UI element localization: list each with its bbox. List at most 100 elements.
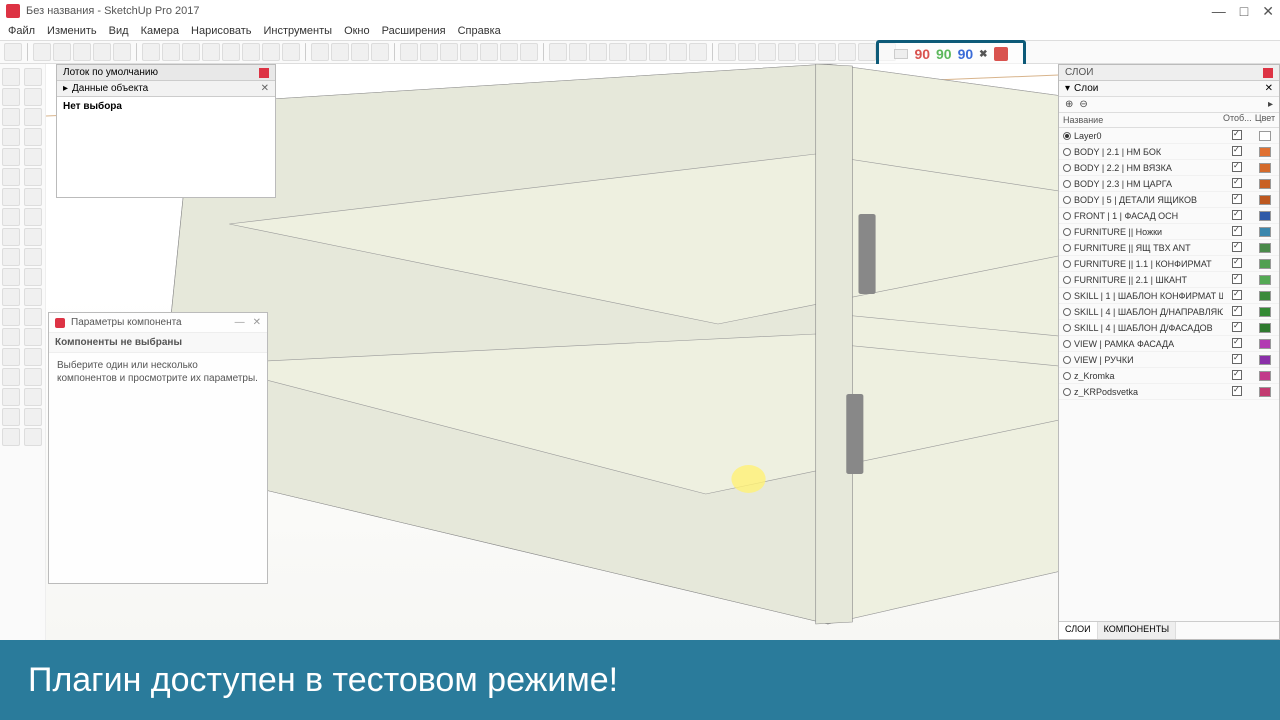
layer-row[interactable]: FRONT | 1 | ФАСАД ОСН — [1059, 208, 1279, 224]
tray-close-icon[interactable] — [259, 68, 269, 78]
layer-visible-checkbox[interactable] — [1232, 226, 1242, 236]
tool-rect-icon[interactable] — [2, 128, 20, 146]
tool-icon[interactable] — [2, 368, 20, 386]
layer-visible-checkbox[interactable] — [1232, 306, 1242, 316]
tool-icon[interactable] — [24, 88, 42, 106]
tool-scale-icon[interactable] — [2, 248, 20, 266]
tool-icon[interactable] — [24, 388, 42, 406]
tool-icon[interactable] — [331, 43, 349, 61]
tool-icon[interactable] — [778, 43, 796, 61]
tool-icon[interactable] — [162, 43, 180, 61]
tool-icon[interactable] — [24, 148, 42, 166]
menu-camera[interactable]: Камера — [141, 25, 179, 37]
tool-icon[interactable] — [480, 43, 498, 61]
window-maximize[interactable]: □ — [1240, 3, 1248, 20]
tool-icon[interactable] — [758, 43, 776, 61]
tool-icon[interactable] — [371, 43, 389, 61]
tool-icon[interactable] — [202, 43, 220, 61]
layers-section-close[interactable]: ✕ — [1265, 83, 1273, 94]
layer-color-swatch[interactable] — [1259, 227, 1271, 237]
layer-row[interactable]: SKILL | 1 | ШАБЛОН КОНФИРМАТ ШКАНТ — [1059, 288, 1279, 304]
layer-color-swatch[interactable] — [1259, 323, 1271, 333]
layer-color-swatch[interactable] — [1259, 243, 1271, 253]
layer-active-radio[interactable] — [1063, 244, 1071, 252]
layer-row[interactable]: BODY | 2.3 | НМ ЦАРГА — [1059, 176, 1279, 192]
tool-icon[interactable] — [24, 288, 42, 306]
menu-window[interactable]: Окно — [344, 25, 370, 37]
tool-icon[interactable] — [242, 43, 260, 61]
tool-icon[interactable] — [24, 308, 42, 326]
tool-eraser-icon[interactable] — [2, 88, 20, 106]
layer-color-swatch[interactable] — [1259, 291, 1271, 301]
layer-add-button[interactable]: ⊕ — [1065, 99, 1073, 110]
tool-line-icon[interactable] — [2, 108, 20, 126]
layer-row[interactable]: FURNITURE || ЯЩ TBX ANT — [1059, 240, 1279, 256]
tool-icon[interactable] — [182, 43, 200, 61]
layer-active-radio[interactable] — [1063, 260, 1071, 268]
layer-row[interactable]: BODY | 2.2 | НМ ВЯЗКА — [1059, 160, 1279, 176]
layer-active-radio[interactable] — [1063, 388, 1071, 396]
layer-active-radio[interactable] — [1063, 292, 1071, 300]
layer-row[interactable]: FURNITURE || 1.1 | КОНФИРМАТ — [1059, 256, 1279, 272]
tool-icon[interactable] — [24, 268, 42, 286]
layer-visible-checkbox[interactable] — [1232, 322, 1242, 332]
tray-titlebar[interactable]: Лоток по умолчанию — [57, 65, 275, 81]
tool-icon[interactable] — [400, 43, 418, 61]
tool-icon[interactable] — [569, 43, 587, 61]
tool-icon[interactable] — [669, 43, 687, 61]
angle-x[interactable]: 90 — [914, 46, 930, 62]
layer-color-swatch[interactable] — [1259, 387, 1271, 397]
layer-visible-checkbox[interactable] — [1232, 146, 1242, 156]
tool-icon[interactable] — [73, 43, 91, 61]
layer-active-radio[interactable] — [1063, 148, 1071, 156]
tool-icon[interactable] — [589, 43, 607, 61]
tool-rotate-icon[interactable] — [2, 228, 20, 246]
tray-section-header[interactable]: ▸ Данные объекта ✕ — [57, 81, 275, 97]
tool-icon[interactable] — [24, 68, 42, 86]
layer-active-radio[interactable] — [1063, 324, 1071, 332]
tool-icon[interactable] — [858, 43, 876, 61]
tool-icon[interactable] — [609, 43, 627, 61]
tool-icon[interactable] — [460, 43, 478, 61]
tool-icon[interactable] — [142, 43, 160, 61]
layer-row[interactable]: z_KRPodsvetka — [1059, 384, 1279, 400]
layers-titlebar[interactable]: СЛОИ — [1059, 65, 1279, 81]
layer-color-swatch[interactable] — [1259, 195, 1271, 205]
layer-color-swatch[interactable] — [1259, 275, 1271, 285]
tool-icon[interactable] — [24, 128, 42, 146]
angle-z[interactable]: 90 — [958, 46, 974, 62]
layer-active-radio[interactable] — [1063, 212, 1071, 220]
tool-paint-icon[interactable] — [2, 308, 20, 326]
component-params-panel[interactable]: Параметры компонента — ✕ Компоненты не в… — [48, 312, 268, 584]
menu-help[interactable]: Справка — [458, 25, 501, 37]
layer-visible-checkbox[interactable] — [1232, 178, 1242, 188]
tool-push-icon[interactable] — [2, 188, 20, 206]
tool-icon[interactable] — [24, 208, 42, 226]
col-name[interactable]: Название — [1059, 113, 1223, 127]
tool-icon[interactable] — [113, 43, 131, 61]
tool-select-icon[interactable] — [4, 43, 22, 61]
tool-icon[interactable] — [222, 43, 240, 61]
plugin-tools-icon[interactable]: ✖ — [979, 49, 987, 60]
layer-visible-checkbox[interactable] — [1232, 210, 1242, 220]
layer-visible-checkbox[interactable] — [1232, 242, 1242, 252]
menu-edit[interactable]: Изменить — [47, 25, 97, 37]
plugin-icon[interactable] — [894, 49, 908, 59]
layer-visible-checkbox[interactable] — [1232, 370, 1242, 380]
tool-zoom-icon[interactable] — [2, 348, 20, 366]
layer-active-radio[interactable] — [1063, 132, 1071, 140]
layer-visible-checkbox[interactable] — [1232, 386, 1242, 396]
layer-active-radio[interactable] — [1063, 180, 1071, 188]
tool-icon[interactable] — [33, 43, 51, 61]
tool-icon[interactable] — [24, 348, 42, 366]
tool-icon[interactable] — [24, 368, 42, 386]
panel-minimize[interactable]: — — [235, 317, 245, 328]
component-titlebar[interactable]: Параметры компонента — ✕ — [49, 313, 267, 333]
layer-active-radio[interactable] — [1063, 372, 1071, 380]
tool-icon[interactable] — [738, 43, 756, 61]
tool-text-icon[interactable] — [2, 288, 20, 306]
tool-tape-icon[interactable] — [2, 268, 20, 286]
layer-row[interactable]: FURNITURE || 2.1 | ШКАНТ — [1059, 272, 1279, 288]
layer-visible-checkbox[interactable] — [1232, 290, 1242, 300]
layer-color-swatch[interactable] — [1259, 355, 1271, 365]
